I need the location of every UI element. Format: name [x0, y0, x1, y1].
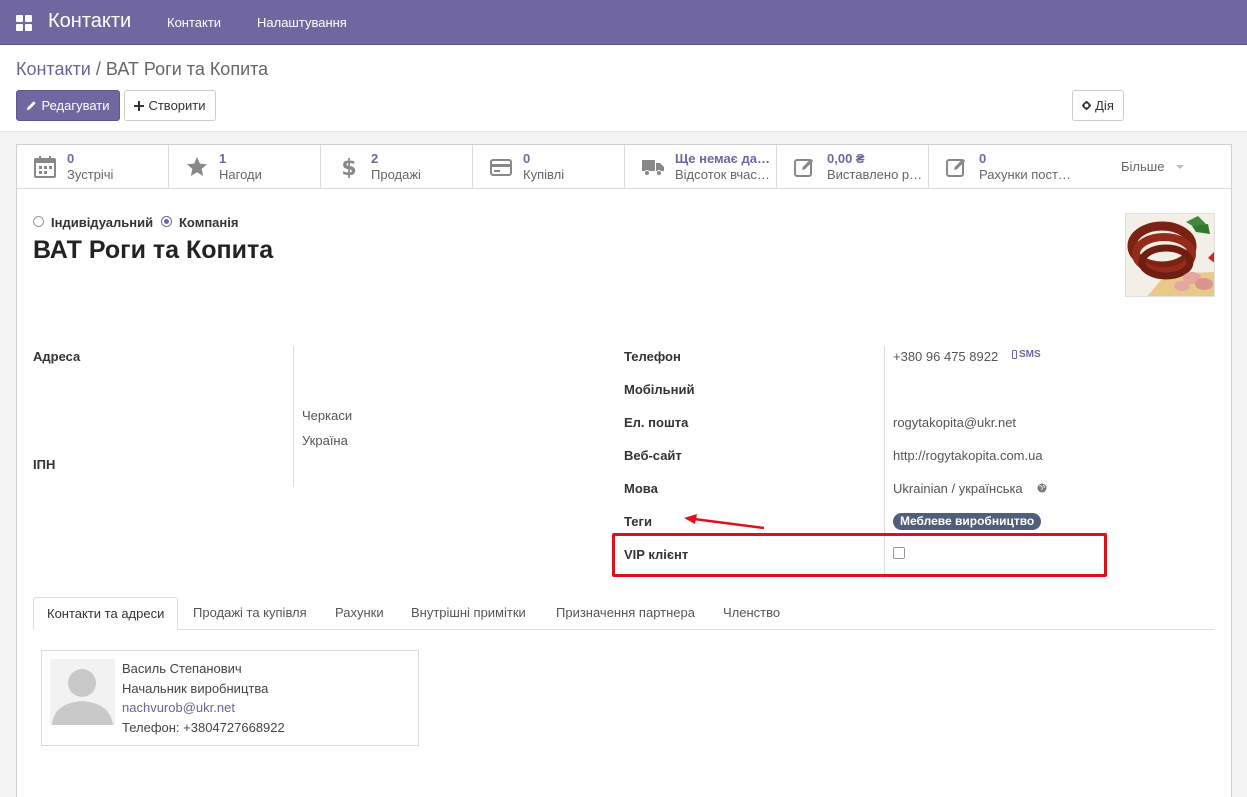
smart-label: Нагоди — [219, 167, 262, 182]
smart-button-on-time-rate[interactable]: Ще немає дан… Відсоток вчас… — [625, 145, 777, 188]
address-country[interactable]: Україна — [302, 433, 348, 448]
address-city[interactable]: Черкаси — [302, 408, 352, 423]
pencil-icon — [27, 101, 37, 111]
smart-label: Відсоток вчас… — [675, 167, 770, 182]
create-button-label: Створити — [148, 98, 206, 113]
smart-label: Рахунки пост… — [979, 167, 1071, 182]
radio-company[interactable] — [161, 216, 172, 227]
menu-settings[interactable]: Налаштування — [257, 15, 347, 30]
phone-value[interactable]: +380 96 475 8922 — [893, 349, 998, 364]
star-icon — [187, 157, 207, 176]
tab-internal-notes[interactable]: Внутрішні примітки — [398, 597, 539, 630]
email-label: Ел. пошта — [624, 415, 689, 430]
edit-icon — [946, 158, 966, 177]
tab-sales-purchase[interactable]: Продажі та купівля — [180, 597, 320, 630]
smart-value: 1 — [219, 151, 227, 166]
smart-button-invoiced[interactable]: 0,00 ₴ Виставлено р… — [777, 145, 929, 188]
smart-button-meetings[interactable]: 0 Зустрічі — [17, 145, 169, 188]
avatar — [50, 659, 115, 725]
contact-card[interactable]: Василь Степанович Начальник виробництва … — [41, 650, 419, 746]
smart-label: Купівлі — [523, 167, 565, 182]
smart-button-purchases[interactable]: 0 Купівлі — [473, 145, 625, 188]
language-label: Мова — [624, 481, 658, 496]
smart-button-sales[interactable]: $ 2 Продажі — [321, 145, 473, 188]
edit-icon — [794, 158, 814, 177]
person-placeholder-icon — [50, 659, 115, 725]
chevron-down-icon — [1176, 165, 1184, 169]
more-button[interactable]: Більше — [1121, 159, 1164, 174]
plus-icon — [134, 100, 145, 111]
breadcrumb-current: ВАТ Роги та Копита — [105, 59, 269, 79]
radio-company-label: Компанія — [179, 215, 239, 230]
tab-partner-assignment[interactable]: Призначення партнера — [543, 597, 708, 630]
field-divider — [293, 346, 294, 487]
address-label: Адреса — [33, 349, 81, 364]
smart-value: 0 — [523, 151, 531, 166]
sms-button[interactable]: SMS — [1019, 349, 1041, 360]
globe-icon — [1037, 483, 1047, 493]
credit-card-icon — [490, 159, 512, 176]
top-navbar: Контакти Контакти Налаштування — [0, 0, 1247, 45]
svg-text:$: $ — [341, 156, 356, 178]
smart-buttons-bar: 0 Зустрічі 1 Нагоди $ 2 Продажі 0 Купівл… — [16, 144, 1232, 189]
contact-name: Василь Степанович — [122, 661, 242, 676]
tags-label: Теги — [624, 514, 652, 529]
edit-button-label: Редагувати — [41, 98, 110, 113]
smart-label: Зустрічі — [67, 167, 114, 182]
radio-individual-label: Індивідуальний — [51, 215, 154, 230]
vat-label: ІПН — [33, 457, 56, 472]
breadcrumb-separator: / — [95, 59, 101, 79]
smart-value: 0,00 ₴ — [827, 151, 865, 166]
tab-contacts-addresses[interactable]: Контакти та адреси — [33, 597, 179, 630]
sausage-image — [1126, 214, 1214, 296]
calendar-icon — [34, 156, 56, 178]
mobile-phone-icon — [1012, 350, 1017, 359]
partner-image[interactable] — [1125, 213, 1215, 297]
gear-icon — [1082, 101, 1092, 110]
contact-phone: Телефон: +3804727668922 — [122, 720, 285, 735]
truck-icon — [642, 160, 664, 176]
smart-value: 0 — [67, 151, 75, 166]
highlight-box — [612, 533, 1107, 577]
smart-button-opportunities[interactable]: 1 Нагоди — [169, 145, 321, 188]
smart-label: Продажі — [371, 167, 421, 182]
smart-value: Ще немає дан… — [675, 151, 773, 166]
apps-menu-icon[interactable] — [16, 15, 32, 31]
action-button[interactable]: Дія — [1072, 90, 1124, 121]
contact-function: Начальник виробництва — [122, 681, 269, 696]
email-value[interactable]: rogytakopita@ukr.net — [893, 415, 1016, 430]
breadcrumb: Контакти / ВАТ Роги та Копита — [16, 59, 268, 80]
app-title[interactable]: Контакти — [48, 10, 131, 33]
phone-label: Телефон — [624, 349, 681, 364]
breadcrumb-parent[interactable]: Контакти — [16, 59, 91, 79]
menu-contacts[interactable]: Контакти — [167, 15, 221, 30]
partner-name[interactable]: ВАТ Роги та Копита — [33, 236, 273, 265]
tab-membership[interactable]: Членство — [710, 597, 793, 630]
action-button-label: Дія — [1095, 98, 1114, 113]
website-value[interactable]: http://rogytakopita.com.ua — [893, 448, 1043, 463]
dollar-icon: $ — [341, 156, 356, 178]
smart-value: 0 — [979, 151, 987, 166]
mobile-label: Мобільний — [624, 382, 695, 397]
contact-email[interactable]: nachvurob@ukr.net — [122, 700, 235, 715]
notebook-tabs: Контакти та адреси Продажі та купівля Ра… — [33, 597, 1215, 630]
website-label: Веб-сайт — [624, 448, 682, 463]
edit-button[interactable]: Редагувати — [16, 90, 120, 121]
tab-invoicing[interactable]: Рахунки — [322, 597, 397, 630]
arrow-annotation — [684, 514, 765, 530]
smart-button-vendor-bills[interactable]: 0 Рахунки пост… — [929, 145, 1081, 188]
tag-badge[interactable]: Меблеве виробництво — [893, 513, 1042, 530]
smart-label: Виставлено р… — [827, 167, 923, 182]
language-value[interactable]: Ukrainian / українська — [893, 481, 1023, 496]
radio-individual[interactable] — [33, 216, 44, 227]
create-button[interactable]: Створити — [124, 90, 216, 121]
smart-value: 2 — [371, 151, 379, 166]
